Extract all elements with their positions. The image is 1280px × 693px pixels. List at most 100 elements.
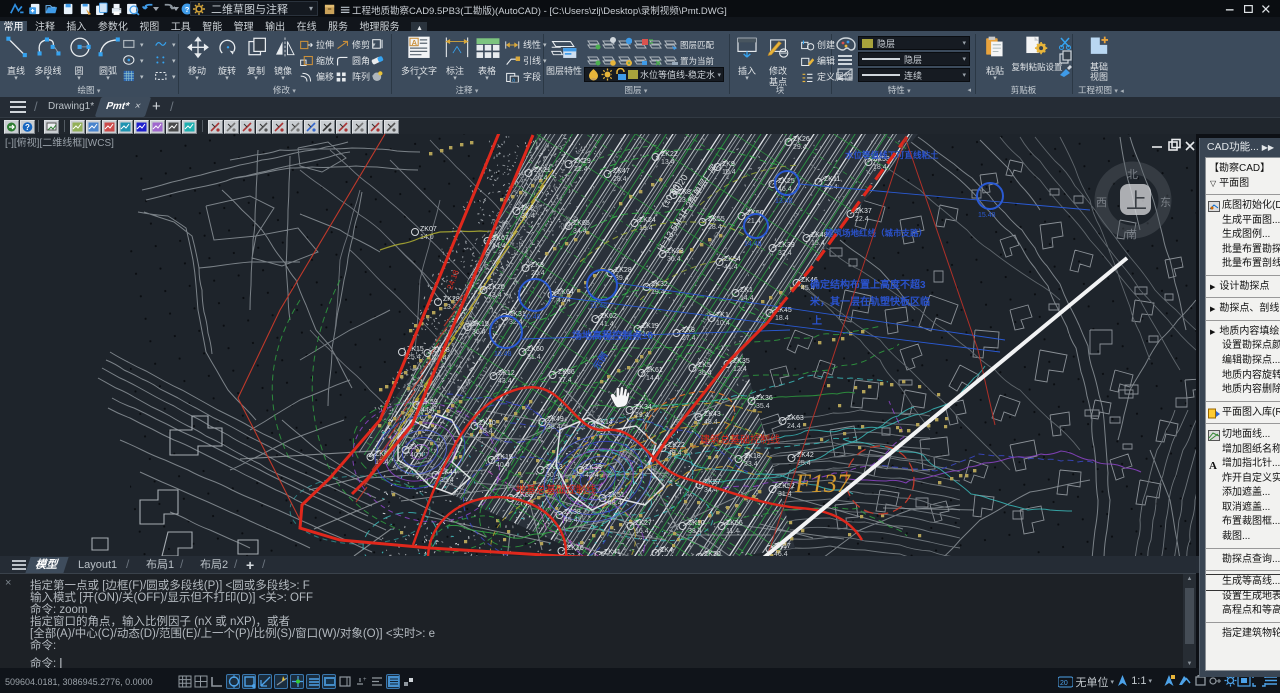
svg-text:ZK38: ZK38 xyxy=(564,509,581,516)
svg-text:20.4: 20.4 xyxy=(531,270,545,277)
svg-text:ZK28: ZK28 xyxy=(615,267,632,274)
svg-text:ZK36: ZK36 xyxy=(756,395,773,402)
svg-text:33.4: 33.4 xyxy=(744,461,758,468)
svg-text:ZK10: ZK10 xyxy=(688,520,705,527)
svg-text:ZK07: ZK07 xyxy=(420,226,437,233)
svg-text:ZK3: ZK3 xyxy=(531,262,544,269)
svg-text:ZK1: ZK1 xyxy=(740,287,753,294)
svg-text:15.4: 15.4 xyxy=(811,240,825,247)
svg-text:ZK4: ZK4 xyxy=(660,547,673,554)
svg-text:ZK54: ZK54 xyxy=(724,256,741,263)
svg-text:西: 西 xyxy=(1096,197,1107,209)
svg-text:35.4: 35.4 xyxy=(440,477,454,484)
svg-text:43.4: 43.4 xyxy=(498,378,512,385)
svg-text:40.4: 40.4 xyxy=(496,462,510,469)
svg-text:ZK49: ZK49 xyxy=(547,416,564,423)
svg-text:ZK26: ZK26 xyxy=(793,136,810,143)
svg-text:10.4: 10.4 xyxy=(722,169,736,176)
svg-text:A: A xyxy=(1209,460,1217,470)
svg-text:ZK61: ZK61 xyxy=(646,367,663,374)
svg-text:41.4: 41.4 xyxy=(724,264,738,271)
svg-text:15.4: 15.4 xyxy=(479,428,493,435)
svg-text:ZK55: ZK55 xyxy=(708,216,725,223)
svg-text:ZK41: ZK41 xyxy=(604,549,621,556)
svg-text:ZK19: ZK19 xyxy=(642,323,659,330)
svg-text:17.4: 17.4 xyxy=(558,377,572,384)
svg-text:ZK33: ZK33 xyxy=(585,464,602,471)
svg-text:ZK15: ZK15 xyxy=(472,321,489,328)
svg-text:ZK39: ZK39 xyxy=(778,242,795,249)
svg-text:42.4: 42.4 xyxy=(585,472,599,479)
svg-text:ZK35: ZK35 xyxy=(733,358,750,365)
svg-text:ZK62: ZK62 xyxy=(600,313,617,320)
svg-text:30.4: 30.4 xyxy=(546,472,560,479)
svg-text:建筑总基础控制线: 建筑总基础控制线 xyxy=(700,433,780,446)
svg-text:12.4: 12.4 xyxy=(733,366,747,373)
svg-text:25.4: 25.4 xyxy=(407,354,421,361)
svg-text:ZK63: ZK63 xyxy=(787,415,804,422)
svg-text:ZK23: ZK23 xyxy=(667,248,684,255)
svg-text:ZK11: ZK11 xyxy=(824,176,840,183)
svg-text:11.48: 11.48 xyxy=(590,303,607,310)
svg-text:38.4: 38.4 xyxy=(547,424,561,431)
svg-text:14.4: 14.4 xyxy=(646,375,660,382)
svg-text:ZK22: ZK22 xyxy=(661,151,678,158)
svg-text:ZK52: ZK52 xyxy=(778,483,795,490)
svg-text:+: + xyxy=(363,677,367,683)
svg-text:a: a xyxy=(512,77,515,82)
svg-text:34.4: 34.4 xyxy=(573,228,587,235)
svg-text:36.4: 36.4 xyxy=(667,256,681,263)
svg-text:41.4: 41.4 xyxy=(600,321,614,328)
svg-text:ZK51: ZK51 xyxy=(608,492,625,499)
svg-text:ZK32: ZK32 xyxy=(651,281,668,288)
svg-text:ZK20: ZK20 xyxy=(488,284,505,291)
svg-text:地基总基础控制线: 地基总基础控制线 xyxy=(516,483,596,496)
svg-text:ZK66: ZK66 xyxy=(558,369,575,376)
svg-text:ZK18: ZK18 xyxy=(744,453,761,460)
svg-text:ZK47: ZK47 xyxy=(613,168,630,175)
svg-text:33.4: 33.4 xyxy=(688,528,702,535)
svg-text:ZK27: ZK27 xyxy=(635,520,652,527)
svg-text:ZK7: ZK7 xyxy=(410,444,423,451)
svg-text:45.4: 45.4 xyxy=(564,517,578,524)
svg-text:ZK9: ZK9 xyxy=(722,161,735,168)
svg-text:ZK13: ZK13 xyxy=(546,464,563,471)
svg-text:26.4: 26.4 xyxy=(534,175,548,182)
svg-text:ZK24: ZK24 xyxy=(639,217,656,224)
svg-text:ZK67: ZK67 xyxy=(492,235,509,242)
svg-text:48.4: 48.4 xyxy=(608,500,622,507)
svg-text:ZK22: ZK22 xyxy=(668,442,685,449)
svg-text:31.4: 31.4 xyxy=(527,354,541,361)
svg-text:49.4: 49.4 xyxy=(668,450,682,457)
svg-text:44.4: 44.4 xyxy=(421,407,435,414)
svg-text:A: A xyxy=(412,38,418,47)
svg-text:36.4: 36.4 xyxy=(472,329,486,336)
svg-text:北: 北 xyxy=(1127,168,1138,181)
svg-text:ZK29: ZK29 xyxy=(574,158,591,165)
svg-text:40.4: 40.4 xyxy=(410,452,424,459)
svg-text:15.48: 15.48 xyxy=(978,212,996,219)
svg-text:10.4: 10.4 xyxy=(716,320,730,327)
svg-text:ZK34: ZK34 xyxy=(635,404,652,411)
svg-text:22.4: 22.4 xyxy=(855,216,869,223)
svg-text:上: 上 xyxy=(1126,190,1147,213)
svg-text:ZK40: ZK40 xyxy=(479,420,496,427)
svg-text:27.4: 27.4 xyxy=(682,335,696,342)
svg-text:ZK12: ZK12 xyxy=(498,370,515,377)
svg-text:20: 20 xyxy=(1060,680,1068,687)
svg-text:ZK37: ZK37 xyxy=(855,208,872,215)
svg-text:?: ? xyxy=(25,123,30,132)
svg-text:米，其一层在轨塑快板区临: 米，其一层在轨塑快板区临 xyxy=(810,295,930,308)
svg-text:48.4: 48.4 xyxy=(704,419,718,426)
svg-text:19.4: 19.4 xyxy=(639,225,653,232)
svg-text:ZK21: ZK21 xyxy=(534,167,551,174)
svg-text:ZK43: ZK43 xyxy=(704,411,721,418)
svg-text:东: 东 xyxy=(1160,196,1171,209)
svg-text:16.4: 16.4 xyxy=(635,528,649,535)
svg-text:35.4: 35.4 xyxy=(756,403,770,410)
svg-text:上: 上 xyxy=(812,314,822,327)
svg-text:31.4: 31.4 xyxy=(778,491,792,498)
svg-text:22.4: 22.4 xyxy=(574,166,588,173)
svg-text:确定结构布置上高度不超3: 确定结构布置上高度不超3 xyxy=(810,278,926,291)
svg-text:ZK16: ZK16 xyxy=(567,545,584,552)
